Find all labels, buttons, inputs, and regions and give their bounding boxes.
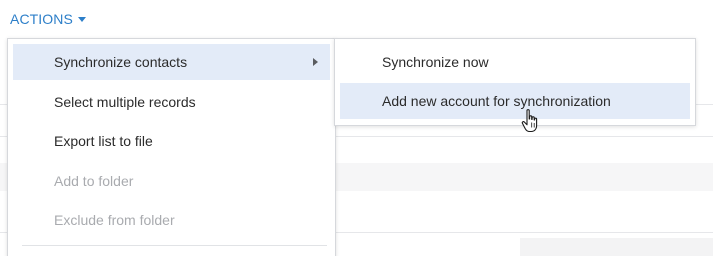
actions-dropdown-button[interactable]: ACTIONS: [10, 8, 86, 30]
menu-item-label: Add to folder: [54, 173, 134, 189]
submenu-item-label: Synchronize now: [382, 54, 489, 70]
menu-item-select-multiple-records[interactable]: Select multiple records: [13, 84, 330, 120]
submenu-item-add-new-account[interactable]: Add new account for synchronization: [340, 83, 690, 119]
submenu-item-synchronize-now[interactable]: Synchronize now: [340, 44, 690, 80]
menu-item-exclude-from-folder: Exclude from folder: [13, 202, 330, 238]
menu-item-synchronize-contacts[interactable]: Synchronize contacts: [13, 44, 330, 80]
menu-divider: [22, 245, 327, 246]
menu-item-export-list-to-file[interactable]: Export list to file: [13, 123, 330, 159]
caret-down-icon: [77, 17, 86, 22]
menu-item-label: Export list to file: [54, 133, 153, 149]
menu-item-add-to-folder: Add to folder: [13, 163, 330, 199]
actions-label: ACTIONS: [10, 11, 73, 27]
hand-pointer-icon: [521, 109, 538, 133]
actions-menu: Synchronize contacts Select multiple rec…: [7, 38, 336, 256]
menu-item-label: Exclude from folder: [54, 212, 175, 228]
screen: ACTIONS Synchronize contacts Select mult…: [0, 0, 713, 256]
menu-item-label: Synchronize contacts: [54, 54, 188, 70]
synchronize-contacts-submenu: Synchronize now Add new account for sync…: [334, 38, 696, 126]
chevron-right-icon: [313, 58, 318, 66]
background-grid-row: [520, 238, 713, 256]
menu-item-label: Select multiple records: [54, 94, 196, 110]
submenu-item-label: Add new account for synchronization: [382, 93, 611, 109]
